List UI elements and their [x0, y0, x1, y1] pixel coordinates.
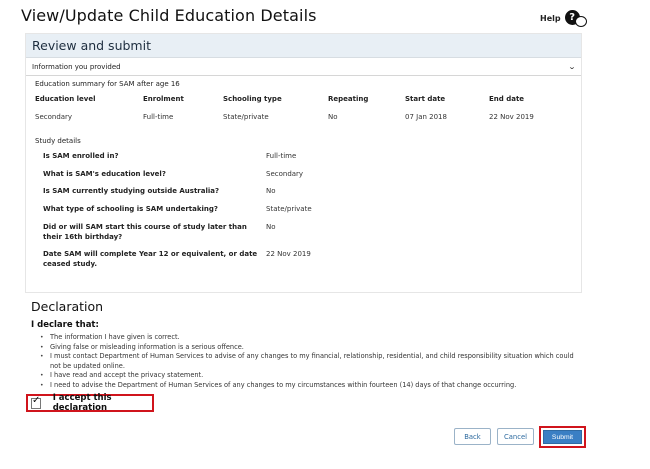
page-title: View/Update Child Education Details [21, 6, 317, 25]
back-button[interactable]: Back [454, 428, 491, 445]
panel-header: Review and submit [26, 34, 581, 58]
study-details-title: Study details [35, 137, 81, 145]
column-education-level: Education level [35, 95, 96, 103]
cell-enrolment: Full-time [143, 113, 174, 121]
answer-education-level: Secondary [266, 170, 304, 178]
column-start-date: Start date [405, 95, 446, 103]
declaration-item: The information I have given is correct. [40, 333, 585, 343]
question-education-level: What is SAM's education level? [43, 170, 166, 178]
cell-schooling-type: State/private [223, 113, 269, 121]
cell-end-date: 22 Nov 2019 [489, 113, 534, 121]
submit-highlight: Submit [539, 426, 586, 448]
declaration-item: I must contact Department of Human Servi… [40, 352, 585, 371]
checkmark-icon: ✓ [32, 394, 41, 406]
question-completion-date: Date SAM will complete Year 12 or equiva… [43, 250, 258, 268]
help-link[interactable]: Help ? [540, 10, 587, 27]
declaration-item: Giving false or misleading information i… [40, 343, 585, 353]
declaration-list: The information I have given is correct.… [40, 333, 585, 390]
column-schooling-type: Schooling type [223, 95, 282, 103]
question-enrolled: Is SAM enrolled in? [43, 152, 119, 160]
summary-title: Education summary for SAM after age 16 [35, 80, 180, 88]
answer-schooling-type: State/private [266, 205, 312, 213]
answer-enrolled: Full-time [266, 152, 297, 160]
cell-repeating: No [328, 113, 338, 121]
question-mark-icon: ? [564, 10, 587, 27]
question-schooling-type: What type of schooling is SAM undertakin… [43, 205, 218, 213]
accept-declaration-checkbox[interactable]: ✓ [31, 394, 41, 409]
accept-declaration-label[interactable]: I accept this declaration [53, 393, 152, 413]
column-repeating: Repeating [328, 95, 369, 103]
accordion-label: Information you provided [32, 62, 121, 71]
answer-completion-date: 22 Nov 2019 [266, 250, 311, 258]
question-start-later: Did or will SAM start this course of stu… [43, 223, 247, 241]
declaration-title: Declaration [31, 299, 104, 314]
information-accordion[interactable]: Information you provided ⌄ [26, 58, 581, 76]
page: View/Update Child Education Details Help… [0, 0, 650, 469]
question-outside-australia: Is SAM currently studying outside Austra… [43, 187, 220, 195]
panel-heading: Review and submit [32, 38, 151, 53]
submit-button[interactable]: Submit [543, 430, 582, 444]
review-panel: Review and submit Information you provid… [25, 33, 582, 293]
declaration-subtitle: I declare that: [31, 320, 99, 330]
answer-start-later: No [266, 223, 276, 231]
cancel-button[interactable]: Cancel [497, 428, 534, 445]
cell-education-level: Secondary [35, 113, 73, 121]
declaration-item: I have read and accept the privacy state… [40, 371, 585, 381]
column-end-date: End date [489, 95, 525, 103]
declaration-item: I need to advise the Department of Human… [40, 381, 585, 391]
cell-start-date: 07 Jan 2018 [405, 113, 447, 121]
column-enrolment: Enrolment [143, 95, 184, 103]
accept-declaration-highlight: ✓ I accept this declaration [26, 393, 154, 413]
chevron-down-icon[interactable]: ⌄ [568, 63, 576, 71]
help-label: Help [540, 13, 561, 23]
answer-outside-australia: No [266, 187, 276, 195]
